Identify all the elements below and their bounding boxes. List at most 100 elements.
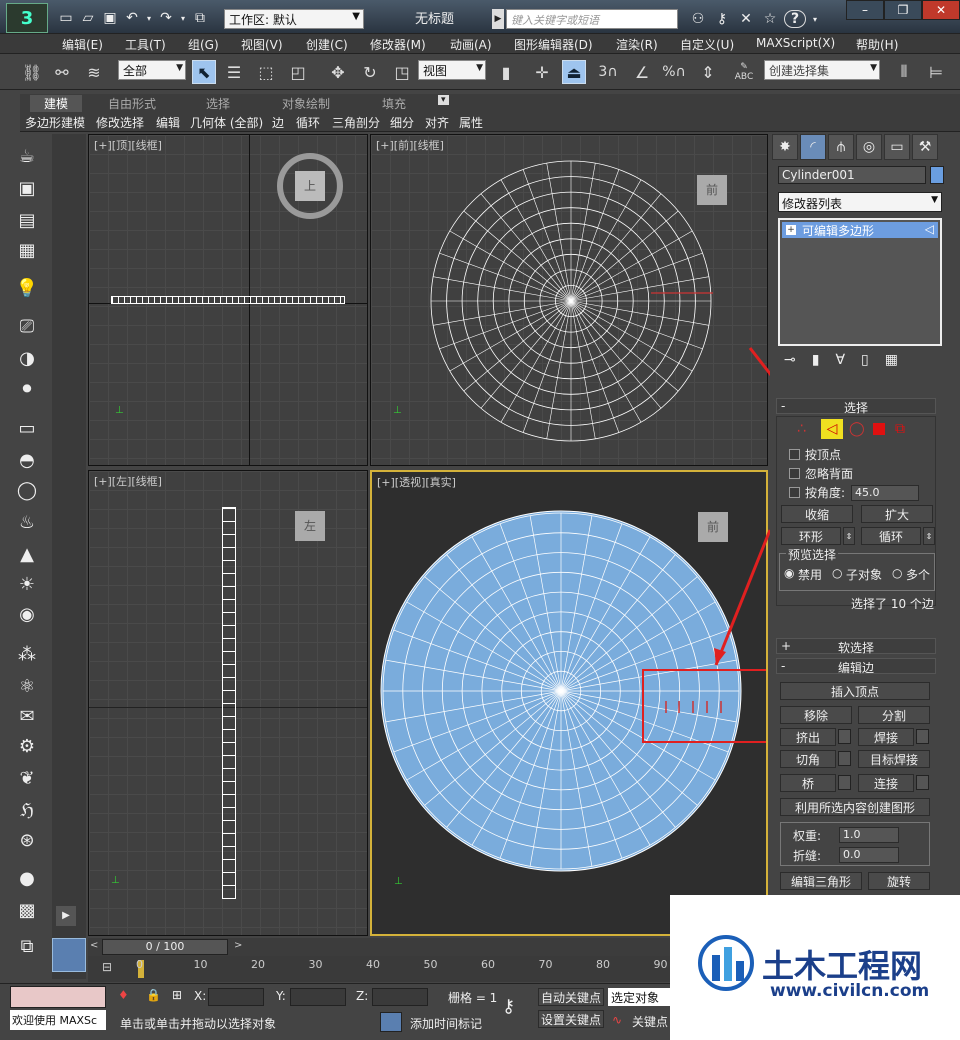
tab-selection[interactable]: 选择 [206, 95, 230, 112]
grow-button[interactable]: 扩大 [861, 505, 933, 523]
search-input[interactable]: 键入关键字或短语 [506, 9, 678, 29]
ring-button[interactable]: 环形 [781, 527, 841, 545]
scene-explorer-icon[interactable]: ▦ [14, 238, 40, 262]
viewport-label[interactable]: [+][左][线框] [94, 473, 162, 489]
connect-settings-icon[interactable] [916, 775, 929, 790]
checker-icon[interactable]: ▩ [14, 898, 40, 922]
configure-sets-icon[interactable]: ▦ [885, 352, 898, 368]
selection-filter-dropdown[interactable]: 全部 ▼ [118, 60, 186, 80]
menu-item-modifiers[interactable]: 修改器(M) [370, 36, 426, 53]
ribbon-expand-icon[interactable]: ▶ [56, 906, 76, 926]
split-button[interactable]: 分割 [858, 706, 930, 724]
remove-button[interactable]: 移除 [780, 706, 852, 724]
rollout-edit-edges-header[interactable]: - 编辑边 [776, 658, 936, 675]
key-tools-icon[interactable]: ⚷ [712, 9, 732, 29]
crease-spinner[interactable]: 0.0 [839, 847, 899, 863]
lock-icon[interactable]: 🔒 [146, 988, 161, 1002]
scale-icon[interactable]: ◳ [390, 60, 414, 84]
help-dropdown-icon[interactable]: ▾ [810, 9, 820, 29]
extrude-button[interactable]: 挤出 [780, 728, 836, 746]
cylinder-wireframe-top[interactable] [111, 296, 345, 304]
ribbon-polygon-modeling[interactable]: 多边形建模 [25, 114, 85, 131]
tab-object-paint[interactable]: 对象绘制 [282, 95, 330, 112]
ring-spinner-icon[interactable]: ⇕ [843, 527, 855, 545]
vertex-mode-icon[interactable]: ∴ [797, 421, 806, 437]
disc-icon[interactable]: ◉ [14, 602, 40, 626]
edge-mode-active-icon[interactable]: ◁ [821, 419, 843, 439]
edit-named-selection-icon[interactable]: ✎ ABC [732, 60, 756, 84]
by-angle-checkbox[interactable] [789, 487, 800, 498]
edit-triangulation-button[interactable]: 编辑三角形 [780, 872, 862, 890]
loop-button[interactable]: 循环 [861, 527, 921, 545]
shrink-button[interactable]: 收缩 [781, 505, 853, 523]
app-logo-button[interactable]: 3 [6, 3, 48, 33]
snaps-toggle-icon[interactable]: 3 ∩ [596, 60, 620, 84]
viewport-label[interactable]: [+][透视][真实] [377, 474, 456, 490]
keyboard-shortcut-override-icon[interactable]: ⏏ [562, 60, 586, 84]
create-shape-button[interactable]: 利用所选内容创建图形 [780, 798, 930, 816]
set-key-icon[interactable]: ⚷ [502, 996, 515, 1017]
molecule-icon[interactable]: ⚛ [14, 674, 40, 698]
project-folder-icon[interactable]: ⧉ [190, 8, 210, 28]
sphere-half-icon[interactable]: ◑ [14, 346, 40, 370]
time-tag-icon[interactable] [380, 1012, 402, 1032]
extrude-settings-icon[interactable] [838, 729, 851, 744]
circle-icon[interactable]: ◯ [14, 478, 40, 502]
pin-stack-icon[interactable]: ⊸ [784, 352, 796, 368]
grass-icon[interactable]: ❦ [14, 766, 40, 790]
display-tab-icon[interactable]: ▭ [884, 134, 910, 160]
unlink-icon[interactable]: ⚯ [50, 60, 74, 84]
viewport-left[interactable]: [+][左][线框] 左 ⊥ [88, 470, 368, 936]
expand-plus-icon[interactable]: + [786, 225, 796, 235]
prev-frame-icon[interactable]: < [90, 940, 98, 951]
modifier-list-dropdown[interactable]: 修改器列表 ▼ [778, 192, 942, 212]
border-mode-icon[interactable]: ◯ [849, 421, 865, 437]
link-icon[interactable]: ⛓ [20, 60, 44, 84]
maxscript-listener-mini[interactable] [10, 986, 106, 1008]
viewcube-face[interactable]: 上 [295, 171, 325, 201]
redo-dropdown-icon[interactable]: ▾ [178, 8, 188, 28]
percent-snap-icon[interactable]: % ∩ [662, 60, 686, 84]
search-expand-icon[interactable]: ▶ [492, 9, 504, 29]
tab-modeling[interactable]: 建模 [30, 95, 83, 112]
remove-modifier-icon[interactable]: ▯ [861, 352, 869, 368]
teapot-icon[interactable]: ☕ [14, 144, 40, 168]
auto-key-button[interactable]: 自动关键点 [538, 988, 604, 1006]
make-unique-icon[interactable]: ∀ [835, 352, 845, 368]
tab-freeform[interactable]: 自由形式 [108, 95, 156, 112]
binoculars-icon[interactable]: ⚇ [688, 9, 708, 29]
material-list-icon[interactable]: ▤ [14, 208, 40, 232]
key-filters-icon[interactable]: ∿ [612, 1013, 622, 1027]
create-tab-icon[interactable]: ✸ [772, 134, 798, 160]
viewcube-compass[interactable]: 上 [277, 153, 343, 219]
weight-spinner[interactable]: 1.0 [839, 827, 899, 843]
key-filters-button[interactable]: 关键点 [632, 1013, 668, 1030]
restore-icon[interactable]: ❐ [884, 0, 922, 20]
frame-counter[interactable]: 0 / 100 [102, 939, 228, 955]
ignore-backfacing-checkbox[interactable] [789, 468, 800, 479]
cone-icon[interactable]: ▲ [14, 542, 40, 566]
modify-tab-icon[interactable]: ◜ [800, 134, 826, 160]
ribbon-tris[interactable]: 三角剖分 [332, 114, 380, 131]
menu-item-tools[interactable]: 工具(T) [125, 36, 166, 53]
viewcube-face[interactable]: 左 [295, 511, 325, 541]
key-selection-dropdown[interactable]: 选定对象 [608, 988, 670, 1006]
radio-selected-icon[interactable]: ◉ [784, 566, 794, 580]
viewport-layout-icon[interactable] [52, 938, 86, 972]
rollout-soft-selection-header[interactable]: + 软选择 [776, 638, 936, 655]
chamfer-settings-icon[interactable] [838, 751, 851, 766]
ribbon-properties[interactable]: 属性 [459, 114, 483, 131]
object-name-field[interactable]: Cylinder001 [778, 166, 926, 184]
ribbon-loops[interactable]: 循环 [296, 114, 320, 131]
camera-icon[interactable]: ⎚ [14, 314, 40, 338]
save-file-icon[interactable]: ▣ [100, 8, 120, 28]
menu-item-rendering[interactable]: 渲染(R) [616, 36, 658, 53]
element-mode-icon[interactable]: ⧉ [895, 421, 905, 437]
render-setup-icon[interactable]: ▣ [14, 176, 40, 200]
texture-icon[interactable]: ⊛ [14, 828, 40, 852]
time-slider[interactable]: < 0 / 100 > [88, 938, 670, 956]
polygon-mode-icon[interactable] [873, 423, 885, 435]
spinner-snap-icon[interactable]: ⇕ [696, 60, 720, 84]
light-icon[interactable]: 💡 [14, 276, 40, 300]
video-icon[interactable]: ⏺ [14, 376, 40, 400]
